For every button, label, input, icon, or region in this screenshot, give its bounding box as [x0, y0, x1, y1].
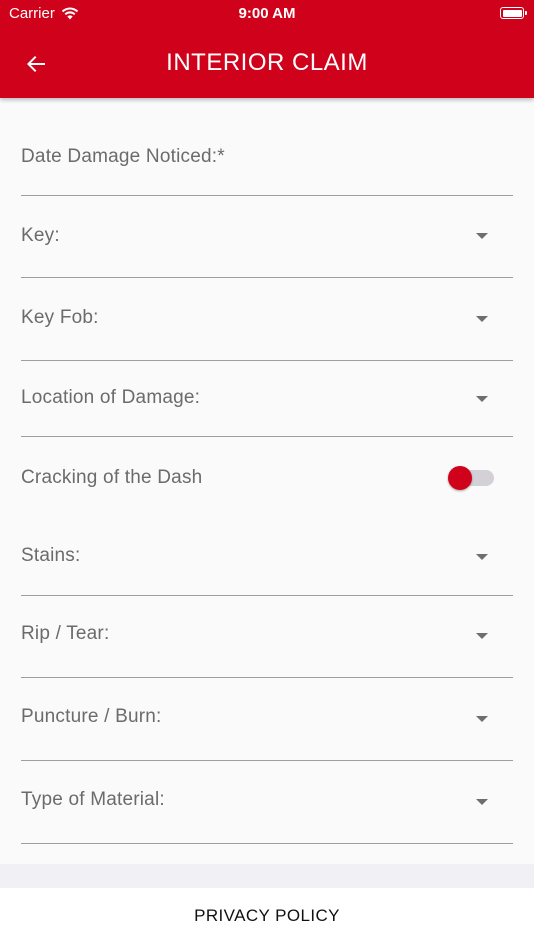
- toggle-thumb: [448, 466, 472, 490]
- privacy-policy-link[interactable]: PRIVACY POLICY: [0, 906, 534, 926]
- chevron-down-icon: [476, 316, 488, 322]
- key-fob-dropdown[interactable]: Key Fob:: [21, 278, 513, 361]
- location-damage-dropdown[interactable]: Location of Damage:: [21, 361, 513, 437]
- chevron-down-icon: [476, 554, 488, 560]
- toolbar: INTERIOR CLAIM: [0, 28, 534, 98]
- location-damage-label: Location of Damage:: [21, 387, 201, 408]
- page-title: INTERIOR CLAIM: [166, 49, 368, 76]
- footer-divider: [0, 864, 534, 888]
- puncture-burn-label: Puncture / Burn:: [21, 706, 162, 727]
- chevron-down-icon: [476, 716, 488, 722]
- key-dropdown[interactable]: Key:: [21, 196, 513, 278]
- stains-dropdown[interactable]: Stains:: [21, 517, 513, 596]
- arrow-left-icon: [27, 56, 45, 72]
- status-bar: Carrier 9:00 AM: [0, 0, 534, 28]
- stains-label: Stains:: [21, 545, 81, 566]
- date-damage-field[interactable]: Date Damage Noticed:*: [21, 98, 513, 196]
- cracking-dash-label: Cracking of the Dash: [21, 467, 203, 488]
- rip-tear-label: Rip / Tear:: [21, 623, 110, 644]
- app-bar: Carrier 9:00 AM INTERIOR CLAIM: [0, 0, 534, 98]
- field-underline: [21, 843, 513, 844]
- material-type-label: Type of Material:: [21, 789, 165, 810]
- key-fob-label: Key Fob:: [21, 307, 99, 328]
- battery-icon: [500, 7, 527, 19]
- rip-tear-dropdown[interactable]: Rip / Tear:: [21, 595, 513, 678]
- status-time: 9:00 AM: [238, 5, 296, 22]
- material-type-dropdown[interactable]: Type of Material:: [21, 761, 513, 844]
- key-label: Key:: [21, 225, 60, 246]
- cracking-dash-toggle[interactable]: [448, 464, 496, 492]
- chevron-down-icon: [476, 799, 488, 805]
- back-button[interactable]: [18, 46, 54, 82]
- puncture-burn-dropdown[interactable]: Puncture / Burn:: [21, 678, 513, 761]
- date-damage-label: Date Damage Noticed:*: [21, 146, 225, 167]
- chevron-down-icon: [476, 633, 488, 639]
- footer: PRIVACY POLICY: [0, 888, 534, 950]
- chevron-down-icon: [476, 396, 488, 402]
- cracking-dash-row: Cracking of the Dash: [21, 437, 513, 517]
- chevron-down-icon: [476, 233, 488, 239]
